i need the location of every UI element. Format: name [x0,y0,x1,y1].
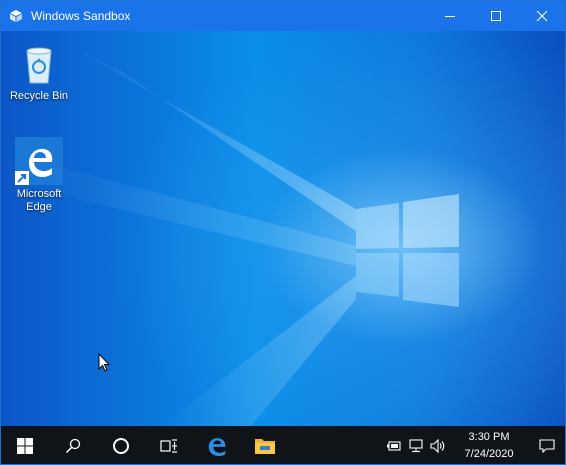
title-bar[interactable]: Windows Sandbox [1,1,565,31]
desktop-icon-label: Recycle Bin [9,90,69,102]
minimize-icon [445,16,455,17]
wallpaper-windows-logo [1,41,459,426]
maximize-button[interactable] [473,1,519,31]
start-button[interactable] [1,426,49,464]
sandbox-app-icon [1,1,31,31]
minimize-button[interactable] [427,1,473,31]
edge-icon [15,137,63,185]
task-view-button[interactable] [145,426,193,464]
network-icon[interactable] [405,426,427,464]
close-button[interactable] [519,1,565,31]
desktop-icon-microsoft-edge[interactable]: Microsoft Edge [7,137,71,214]
volume-icon[interactable] [427,426,449,464]
task-view-icon [160,438,177,453]
window-title: Windows Sandbox [31,9,131,23]
battery-icon[interactable] [383,426,405,464]
sandbox-window: Windows Sandbox Recycle Bin Microsoft Ed… [0,0,566,465]
folder-icon [255,438,275,454]
maximize-icon [491,11,501,21]
edge-icon [208,437,226,456]
desktop-icon-label: Microsoft Edge [16,188,62,213]
desktop-icon-recycle-bin[interactable]: Recycle Bin [7,39,71,103]
taskbar-file-explorer-button[interactable] [241,426,289,464]
close-icon [536,10,548,22]
action-center-button[interactable] [529,426,565,464]
search-button[interactable] [49,426,97,464]
taskbar-clock[interactable]: 3:30 PM 7/24/2020 [449,429,529,463]
clock-time: 3:30 PM [468,430,510,443]
desktop[interactable]: Recycle Bin Microsoft Edge [1,31,565,426]
taskbar: 3:30 PM 7/24/2020 [1,426,565,464]
window-controls [427,1,565,31]
recycle-bin-icon [15,39,63,87]
notification-icon [539,438,555,453]
taskbar-edge-button[interactable] [193,426,241,464]
cortana-button[interactable] [97,426,145,464]
search-icon [65,438,81,453]
clock-date: 7/24/2020 [464,447,514,460]
circle-icon [113,437,129,454]
windows-logo-icon [17,437,33,454]
mouse-cursor-icon [98,353,110,372]
system-tray: 3:30 PM 7/24/2020 [383,426,565,464]
